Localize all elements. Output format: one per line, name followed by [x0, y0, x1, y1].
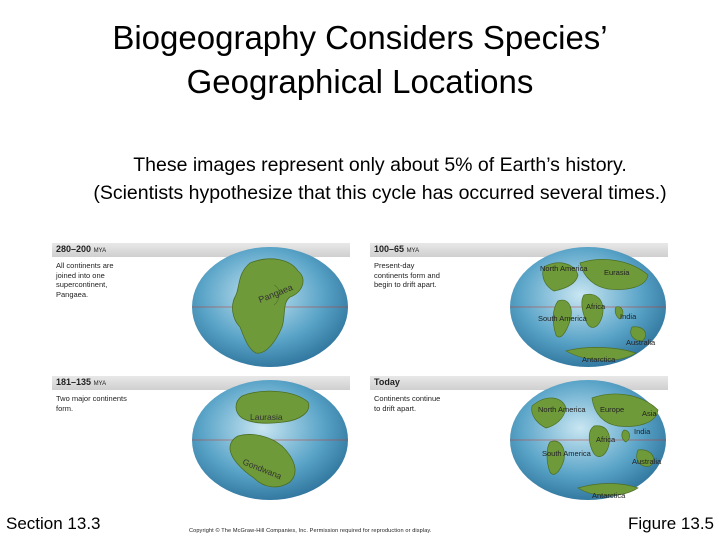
map-label-north-america: North America	[540, 264, 588, 273]
era-description: Two major continents form.	[56, 394, 127, 413]
map-label-africa: Africa	[596, 435, 616, 444]
map-label-europe: Europe	[600, 405, 624, 414]
era-description: All continents are joined into one super…	[56, 261, 114, 299]
globe-map: North America Eurasia Africa South Ameri…	[510, 247, 666, 367]
map-label-asia: Asia	[642, 409, 657, 418]
globe-map: North America Europe Asia Africa India S…	[510, 380, 666, 500]
map-label-antarctica: Antarctica	[592, 491, 626, 500]
panel-pangaea: 280–200 MYA All continents are joined in…	[52, 243, 350, 371]
globe-map: Laurasia Gondwana	[192, 380, 348, 500]
era-label: Today	[374, 377, 400, 387]
globe-map: Pangaea	[192, 247, 348, 367]
era-label: 100–65 MYA	[374, 244, 420, 254]
map-label-australia: Australia	[626, 338, 656, 347]
map-label-india: India	[620, 312, 637, 321]
panel-laurasia-gondwana: 181–135 MYA Two major continents form. L…	[52, 376, 350, 504]
map-label-africa: Africa	[586, 302, 606, 311]
title-line-2: Geographical Locations	[186, 63, 534, 100]
map-label-australia: Australia	[632, 457, 662, 466]
era-description: Continents continue to drift apart.	[374, 394, 441, 413]
era-label: 181–135 MYA	[56, 377, 107, 387]
era-label: 280–200 MYA	[56, 244, 107, 254]
subtitle-line-1: These images represent only about 5% of …	[133, 154, 627, 176]
panel-today: Today Continents continue to drift apart…	[370, 376, 668, 504]
map-label-india: India	[634, 427, 651, 436]
slide-subtitle: These images represent only about 5% of …	[0, 151, 720, 207]
map-label-north-america: North America	[538, 405, 586, 414]
subtitle-line-2: (Scientists hypothesize that this cycle …	[93, 182, 667, 204]
slide-title: Biogeography Considers Species’ Geograph…	[0, 16, 720, 104]
map-label-south-america: South America	[538, 314, 588, 323]
map-label-antarctica: Antarctica	[582, 355, 616, 364]
map-label-eurasia: Eurasia	[604, 268, 630, 277]
figure-number: Figure 13.5	[628, 514, 714, 533]
title-line-1: Biogeography Considers Species’	[112, 19, 608, 56]
map-label-south-america: South America	[542, 449, 592, 458]
section-number: Section 13.3	[6, 514, 101, 533]
map-label-laurasia: Laurasia	[250, 412, 283, 422]
panel-present-day-forming: 100–65 MYA Present-day continents form a…	[370, 243, 668, 371]
era-description: Present-day continents form and begin to…	[374, 261, 440, 289]
copyright-notice: Copyright © The McGraw-Hill Companies, I…	[189, 528, 432, 534]
